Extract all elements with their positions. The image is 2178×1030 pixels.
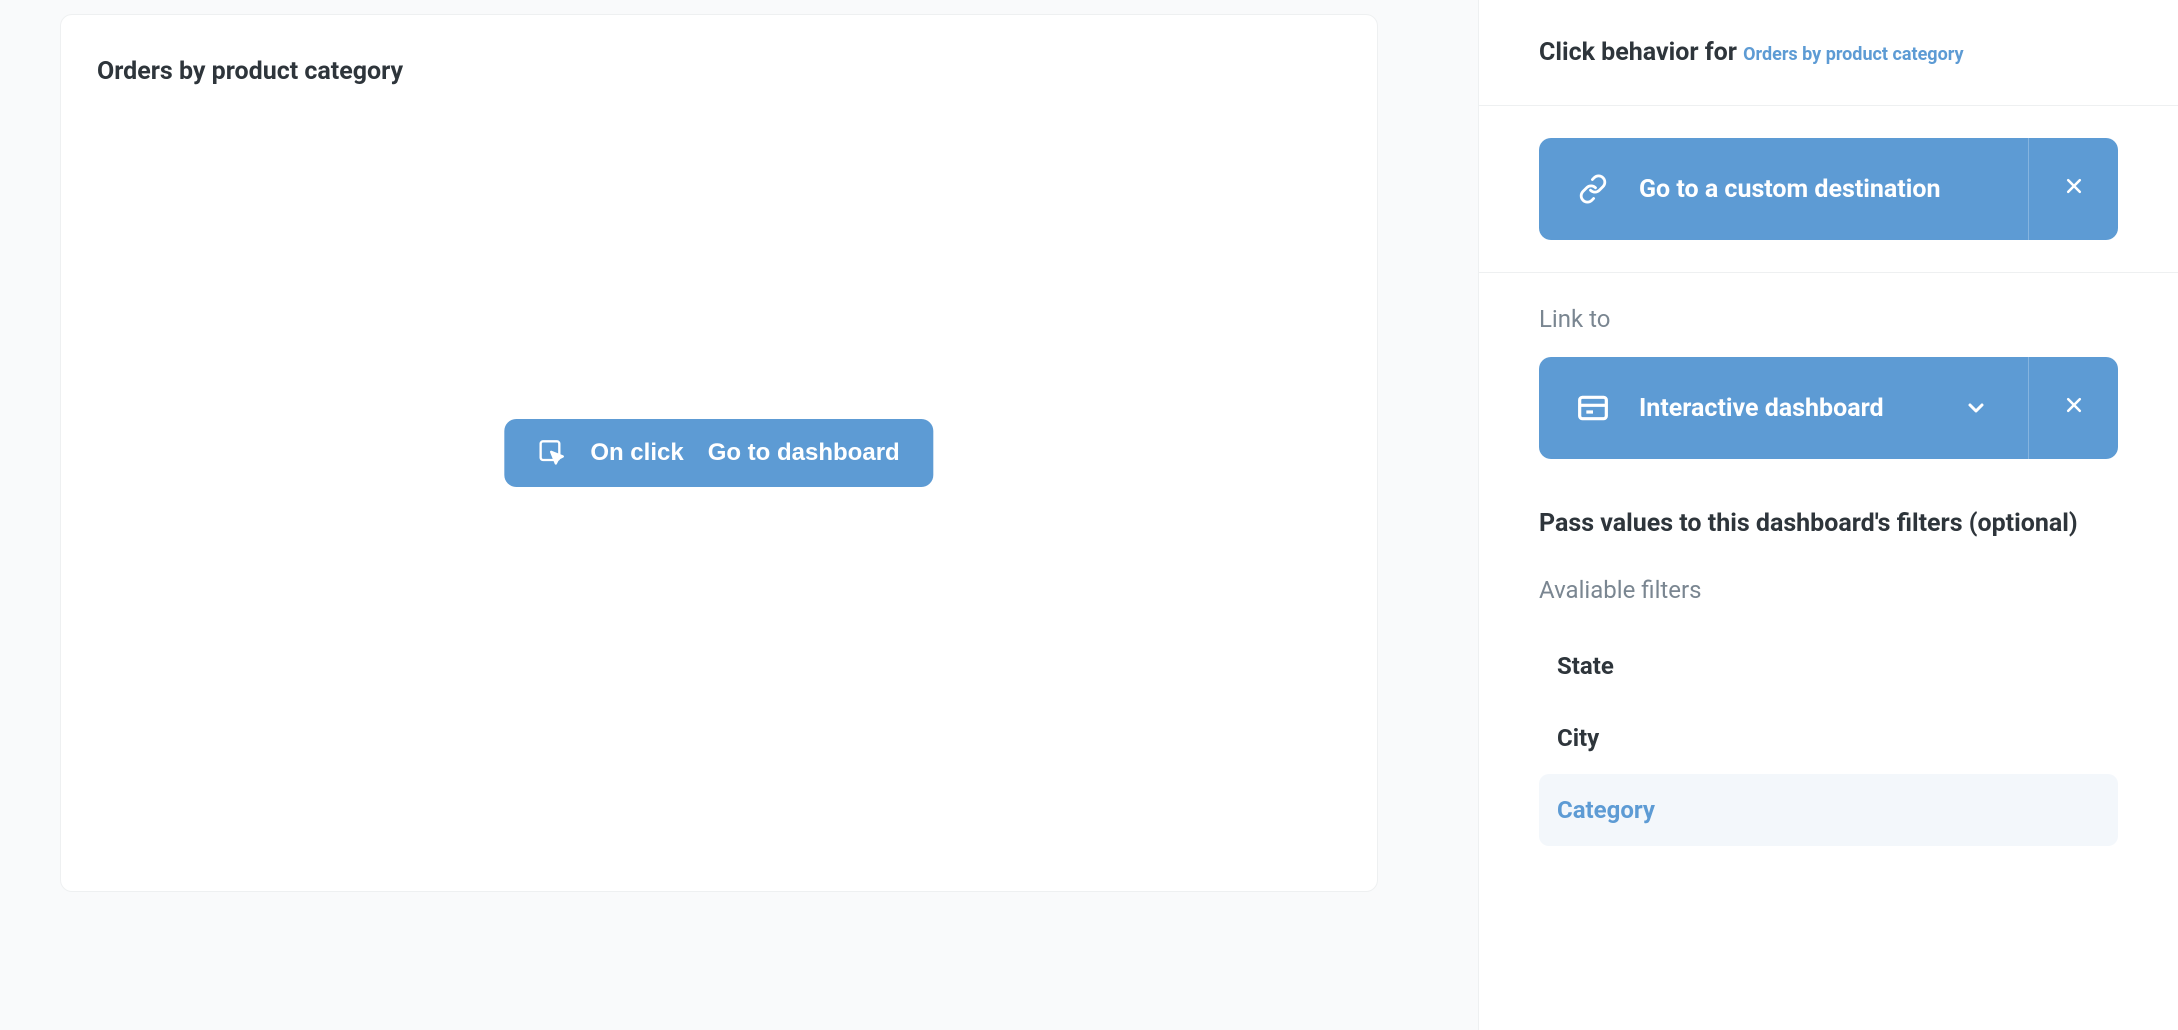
pill-label-left: On click — [590, 439, 683, 467]
panel-header-link[interactable]: Orders by product category — [1743, 44, 1963, 65]
close-icon — [2064, 176, 2084, 202]
panel-header-prefix: Click behavior for — [1539, 38, 1743, 67]
chevron-down-icon — [1962, 394, 1990, 422]
app-root: Orders by product category On click Go t… — [0, 0, 2178, 1030]
filter-item-category[interactable]: Category — [1539, 774, 2118, 846]
main-area: Orders by product category On click Go t… — [0, 0, 1478, 1030]
panel-header: Click behavior for Orders by product cat… — [1479, 0, 2178, 106]
dashboard-icon — [1577, 392, 1609, 424]
filter-list: StateCityCategory — [1539, 630, 2118, 846]
link-to-section: Link to Interactive dashboard — [1479, 273, 2178, 491]
pill-label-right: Go to dashboard — [708, 439, 900, 467]
filter-item-city[interactable]: City — [1539, 702, 2118, 774]
filter-item-state[interactable]: State — [1539, 630, 2118, 702]
destination-button[interactable]: Go to a custom destination — [1539, 138, 2028, 240]
link-to-label: Link to — [1539, 305, 2118, 333]
pass-values-title: Pass values to this dashboard's filters … — [1539, 509, 2118, 538]
destination-close-button[interactable] — [2028, 138, 2118, 240]
destination-action-row: Go to a custom destination — [1539, 138, 2118, 240]
dashboard-card: Orders by product category On click Go t… — [60, 14, 1378, 892]
link-to-select[interactable]: Interactive dashboard — [1539, 357, 2028, 459]
link-to-selected: Interactive dashboard — [1639, 394, 1884, 423]
link-to-close-button[interactable] — [2028, 357, 2118, 459]
destination-label: Go to a custom destination — [1639, 175, 1940, 204]
link-icon — [1577, 173, 1609, 205]
destination-section: Go to a custom destination — [1479, 106, 2178, 273]
click-behavior-pill[interactable]: On click Go to dashboard — [504, 419, 933, 487]
click-icon — [538, 439, 566, 467]
close-icon — [2064, 395, 2084, 421]
available-filters-label: Avaliable filters — [1539, 576, 2118, 604]
side-panel: Click behavior for Orders by product cat… — [1478, 0, 2178, 1030]
card-center-content: On click Go to dashboard — [504, 419, 933, 487]
link-to-action-row: Interactive dashboard — [1539, 357, 2118, 459]
pass-values-section: Pass values to this dashboard's filters … — [1479, 491, 2178, 878]
card-title: Orders by product category — [97, 57, 1341, 86]
